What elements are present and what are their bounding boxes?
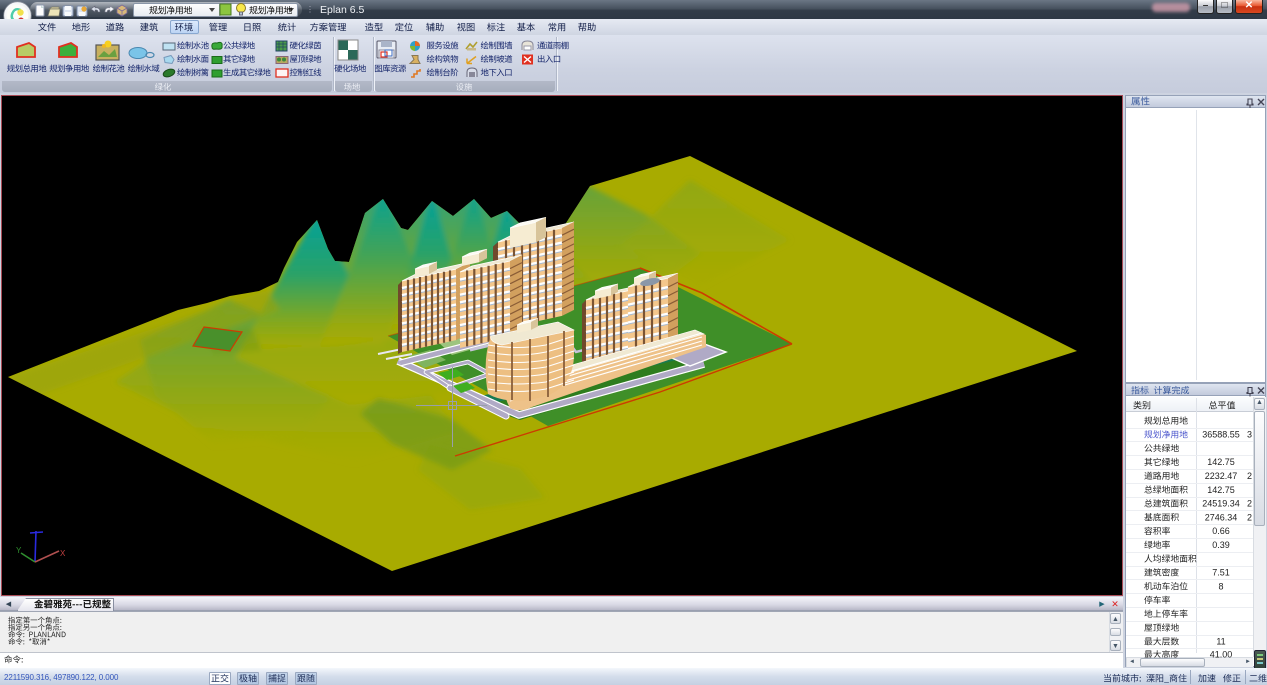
svg-text:X: X xyxy=(60,549,66,558)
svg-text:Y: Y xyxy=(16,546,22,555)
